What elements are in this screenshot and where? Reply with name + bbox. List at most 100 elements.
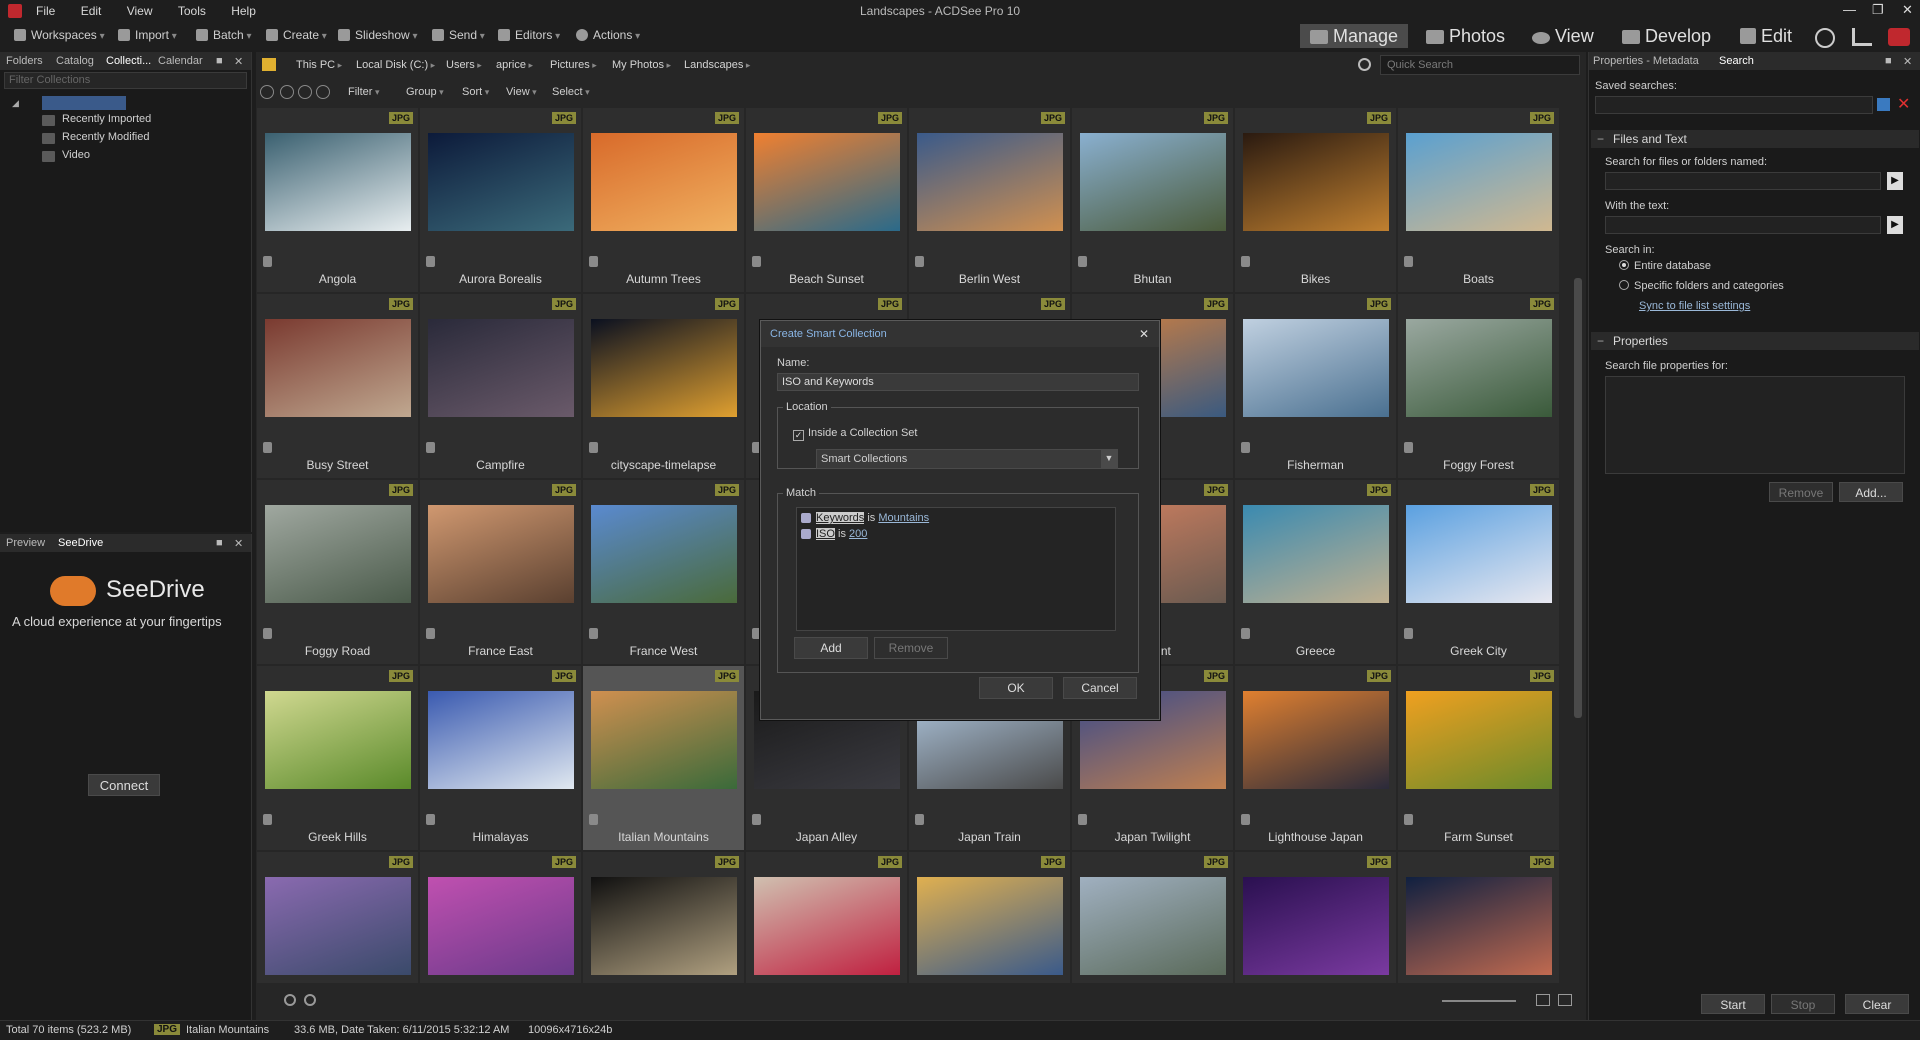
- thumbnail-cell[interactable]: JPG Greece: [1235, 480, 1396, 664]
- thumbnail-cell[interactable]: JPG Foggy Road: [257, 480, 418, 664]
- rules-list[interactable]: Keywords is Mountains ISO is 200: [796, 507, 1116, 631]
- photo-thumbnail[interactable]: [1406, 133, 1552, 231]
- remove-property-button[interactable]: Remove: [1769, 482, 1833, 502]
- photo-thumbnail[interactable]: [1243, 691, 1389, 789]
- tree-video[interactable]: Video: [42, 149, 90, 162]
- close-panel-icon[interactable]: ✕: [1903, 55, 1912, 68]
- photo-thumbnail[interactable]: [591, 505, 737, 603]
- mode-view[interactable]: View: [1522, 24, 1604, 48]
- breadcrumb-this-pc[interactable]: This PC: [296, 59, 342, 71]
- tab-search[interactable]: Search: [1719, 55, 1754, 67]
- photo-thumbnail[interactable]: [591, 319, 737, 417]
- photo-thumbnail[interactable]: [591, 877, 737, 975]
- photo-thumbnail[interactable]: [1406, 877, 1552, 975]
- thumbnail-cell[interactable]: JPG Campfire: [420, 294, 581, 478]
- photo-thumbnail[interactable]: [591, 133, 737, 231]
- delete-icon[interactable]: ✕: [1897, 94, 1910, 114]
- stop-button[interactable]: Stop: [1771, 994, 1835, 1014]
- photo-thumbnail[interactable]: [1080, 133, 1226, 231]
- thumbnail-cell[interactable]: JPG Beach Sunset: [746, 108, 907, 292]
- scrollbar-thumb[interactable]: [1574, 278, 1582, 718]
- quick-search-input[interactable]: Quick Search: [1380, 55, 1580, 75]
- back-icon[interactable]: [280, 85, 294, 99]
- thumbnail-cell[interactable]: JPG Bhutan: [1072, 108, 1233, 292]
- specific-folders-radio[interactable]: Specific folders and categories: [1619, 280, 1784, 292]
- pin-icon[interactable]: ■: [216, 537, 223, 549]
- photo-thumbnail[interactable]: [428, 877, 574, 975]
- tab-catalog[interactable]: Catalog: [56, 55, 94, 67]
- close-button[interactable]: ✕: [1902, 2, 1913, 18]
- workspaces-button[interactable]: Workspaces: [14, 28, 105, 42]
- photo-thumbnail[interactable]: [428, 133, 574, 231]
- clear-button[interactable]: Clear: [1845, 994, 1909, 1014]
- photo-thumbnail[interactable]: [1243, 133, 1389, 231]
- breadcrumb-users[interactable]: Users: [446, 59, 482, 71]
- photo-thumbnail[interactable]: [1406, 505, 1552, 603]
- tab-collections[interactable]: Collecti...: [106, 55, 151, 67]
- view-menu[interactable]: View: [506, 86, 537, 98]
- cancel-button[interactable]: Cancel: [1063, 677, 1137, 699]
- thumbnail-cell[interactable]: JPG Lighthouse Japan: [1235, 666, 1396, 850]
- inside-collection-set-checkbox[interactable]: ✓ Inside a Collection Set: [793, 427, 917, 441]
- smart-collections-node[interactable]: [42, 96, 126, 110]
- thumbnail-cell[interactable]: JPG Busy Street: [257, 294, 418, 478]
- menu-file[interactable]: File: [36, 4, 55, 18]
- mode-edit[interactable]: Edit: [1730, 24, 1802, 48]
- mode-manage[interactable]: Manage: [1300, 24, 1409, 48]
- photo-thumbnail[interactable]: [1243, 505, 1389, 603]
- slideshow-button[interactable]: Slideshow: [338, 28, 418, 42]
- thumbnail-cell[interactable]: JPG: [1072, 852, 1233, 983]
- pin-icon[interactable]: ■: [1885, 55, 1892, 67]
- close-panel-icon[interactable]: ✕: [234, 537, 243, 550]
- entire-database-radio[interactable]: Entire database: [1619, 260, 1711, 272]
- thumbnail-cell[interactable]: JPG: [1398, 852, 1559, 983]
- thumbnail-cell[interactable]: JPG: [257, 852, 418, 983]
- dashboard-icon[interactable]: [1852, 28, 1872, 46]
- tab-seedrive[interactable]: SeeDrive: [58, 537, 103, 549]
- maximize-button[interactable]: ❐: [1872, 2, 1884, 18]
- thumbnail-cell[interactable]: JPG: [909, 852, 1070, 983]
- thumbnail-cell[interactable]: JPG France West: [583, 480, 744, 664]
- thumbnail-cell[interactable]: JPG Fisherman: [1235, 294, 1396, 478]
- photo-thumbnail[interactable]: [591, 691, 737, 789]
- menu-help[interactable]: Help: [231, 4, 256, 18]
- details-icon[interactable]: [1558, 994, 1572, 1006]
- menu-view[interactable]: View: [127, 4, 153, 18]
- photo-thumbnail[interactable]: [1406, 319, 1552, 417]
- thumbnail-cell[interactable]: JPG: [1235, 852, 1396, 983]
- remove-rule-button[interactable]: Remove: [874, 637, 948, 659]
- go-files-icon[interactable]: ▶: [1887, 172, 1903, 190]
- zoom-slider[interactable]: [1442, 1000, 1516, 1002]
- tree-recently-modified[interactable]: Recently Modified: [41, 131, 149, 144]
- saved-searches-select[interactable]: [1595, 96, 1873, 114]
- send-button[interactable]: Send: [432, 28, 485, 42]
- refresh-icon[interactable]: [1358, 58, 1371, 71]
- 365-icon[interactable]: [1815, 28, 1835, 48]
- breadcrumb-landscapes[interactable]: Landscapes: [684, 59, 750, 71]
- import-button[interactable]: Import: [118, 28, 177, 42]
- photo-thumbnail[interactable]: [1243, 319, 1389, 417]
- thumbnail-cell[interactable]: JPG France East: [420, 480, 581, 664]
- go-text-icon[interactable]: ▶: [1887, 216, 1903, 234]
- tree-expander-icon[interactable]: ◢: [12, 98, 19, 109]
- photo-thumbnail[interactable]: [1243, 877, 1389, 975]
- app-icon[interactable]: [8, 4, 22, 18]
- photo-thumbnail[interactable]: [428, 691, 574, 789]
- thumbnail-cell[interactable]: JPG Italian Mountains: [583, 666, 744, 850]
- photo-thumbnail[interactable]: [1080, 877, 1226, 975]
- ok-button[interactable]: OK: [979, 677, 1053, 699]
- add-property-button[interactable]: Add...: [1839, 482, 1903, 502]
- photo-thumbnail[interactable]: [265, 505, 411, 603]
- mode-develop[interactable]: Develop: [1612, 24, 1721, 48]
- thumbnail-cell[interactable]: JPG Bikes: [1235, 108, 1396, 292]
- rule-iso[interactable]: ISO is 200: [801, 528, 867, 540]
- mode-photos[interactable]: Photos: [1416, 24, 1515, 48]
- notifications-icon[interactable]: [1888, 28, 1910, 46]
- thumbnail-cell[interactable]: JPG Greek Hills: [257, 666, 418, 850]
- photo-thumbnail[interactable]: [917, 133, 1063, 231]
- minimize-button[interactable]: —: [1843, 2, 1856, 17]
- thumbnail-cell[interactable]: JPG Farm Sunset: [1398, 666, 1559, 850]
- thumbnail-cell[interactable]: JPG Foggy Forest: [1398, 294, 1559, 478]
- photo-thumbnail[interactable]: [1406, 691, 1552, 789]
- with-text-input[interactable]: [1605, 216, 1881, 234]
